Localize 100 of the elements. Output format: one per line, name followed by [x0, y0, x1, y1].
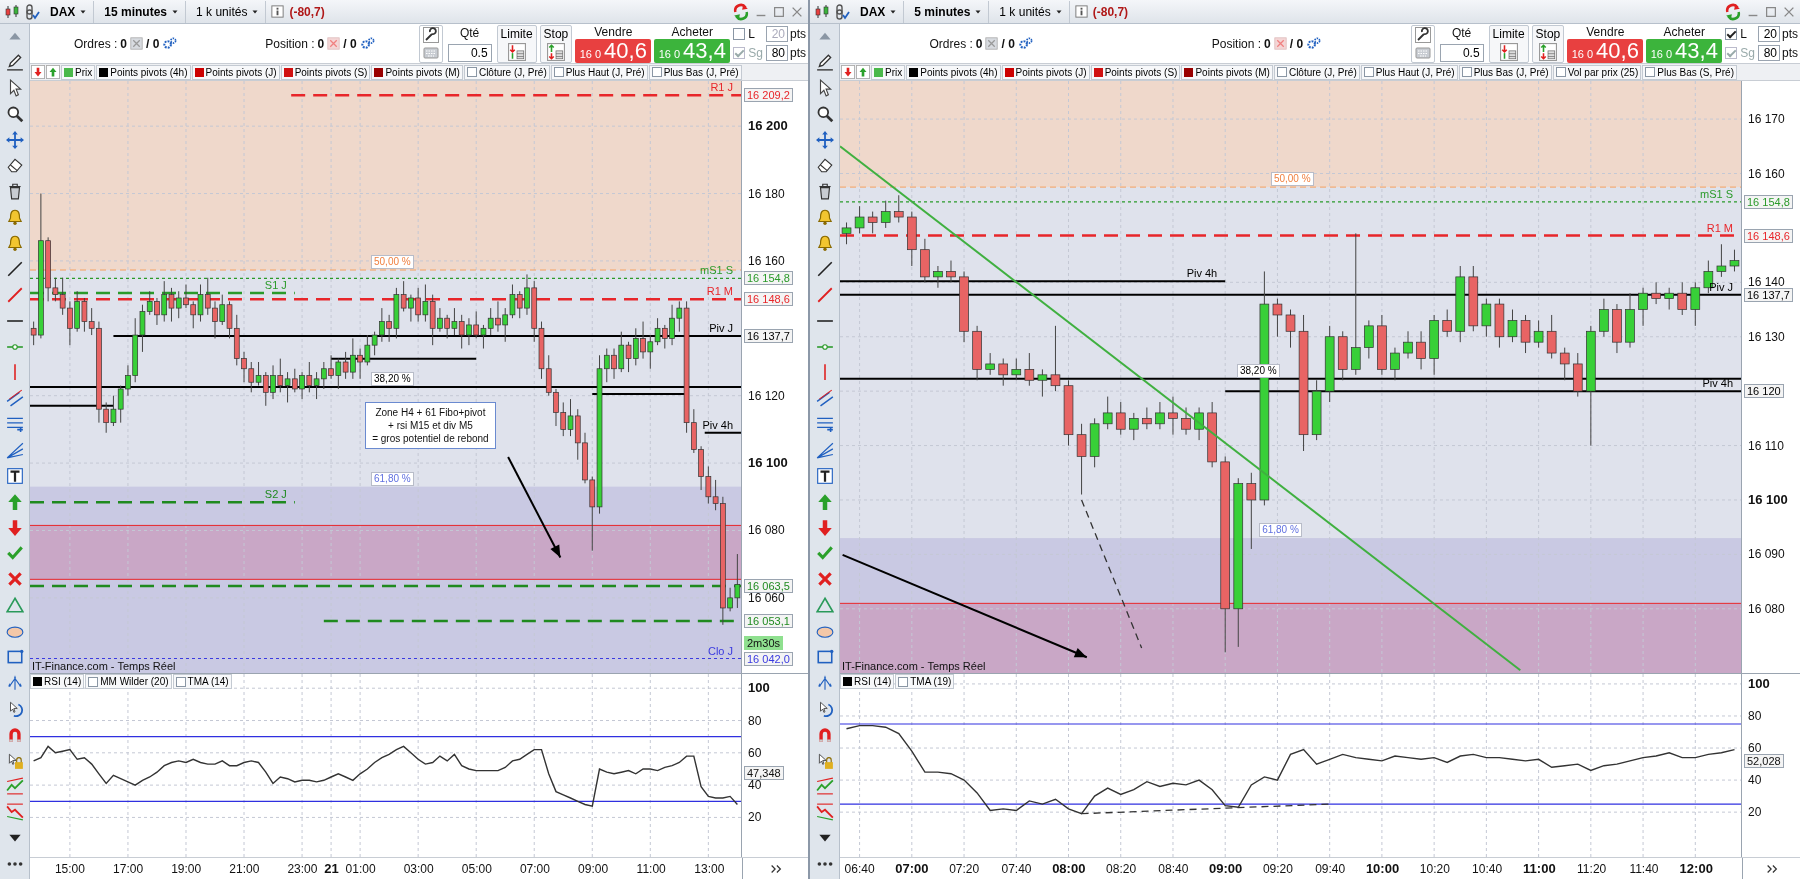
time-axis-label: 15:00	[54, 862, 85, 876]
instrument-dropdown[interactable]: DAX	[854, 0, 905, 23]
position-total: / 0	[343, 36, 357, 51]
legend-item[interactable]: Prix	[61, 64, 96, 80]
level-label: Clo J	[707, 644, 733, 657]
legend-item[interactable]: Plus Bas (J, Pré)	[648, 64, 742, 80]
time-axis-label: 10:20	[1419, 862, 1450, 876]
time-axis-label: 07:00	[895, 861, 929, 876]
legend-item[interactable]: Points pivots (J)	[191, 64, 280, 80]
price-tag: 16 154,8	[1744, 194, 1793, 209]
time-axis-label: 11:00	[1523, 861, 1556, 876]
legend-item[interactable]: Clôture (J, Pré)	[1273, 64, 1360, 80]
level-label: Piv 4h	[1186, 267, 1218, 280]
fibonacci-label: 50,00 %	[1270, 172, 1314, 187]
time-axis-label: 21	[324, 861, 339, 876]
legend-item[interactable]: Points pivots (M)	[1181, 64, 1273, 80]
time-axis-label: 05:00	[461, 862, 492, 876]
time-axis-label: 10:40	[1472, 862, 1503, 876]
quantity-field[interactable]: 0.5	[447, 43, 492, 62]
fibonacci-label: 50,00 %	[371, 255, 414, 269]
time-axis-label: 11:40	[1629, 862, 1659, 876]
sell-price-button[interactable]: 16 0 40,6	[575, 38, 652, 63]
axis-tick-label: 40	[1748, 774, 1762, 787]
price-tag: 16 137,7	[1744, 287, 1793, 302]
stop-order-button[interactable]: Stop	[539, 24, 573, 63]
points-field[interactable]: 80	[1758, 45, 1780, 61]
sell-price-button[interactable]: 16 0 40,6	[1567, 38, 1644, 63]
axis-tick-label: 16 060	[748, 591, 785, 604]
legend-item[interactable]: Clôture (J, Pré)	[463, 64, 550, 80]
timeframe-dropdown[interactable]: 5 minutes	[908, 0, 990, 23]
level-label: S1 J	[264, 278, 287, 291]
axis-tick-label: 20	[748, 811, 762, 824]
time-axis-label: 08:00	[1052, 861, 1086, 876]
axis-tick-label: 80	[748, 714, 762, 727]
axis-tick-label: 16 100	[748, 457, 788, 470]
position-label: Position :	[1211, 36, 1262, 51]
limit-order-button[interactable]: Limite	[1488, 24, 1529, 63]
legend-item[interactable]: RSI (14)	[840, 674, 895, 689]
legend-item[interactable]: Prix	[871, 64, 906, 80]
legend-item[interactable]: Points pivots (S)	[280, 64, 371, 80]
axis-tick-label: 16 160	[748, 254, 785, 267]
time-axis-label: 09:00	[578, 862, 609, 876]
price-tag: 16 148,6	[744, 292, 793, 307]
timeframe-dropdown[interactable]: 15 minutes	[98, 0, 187, 23]
level-label: Piv J	[709, 322, 733, 335]
price-change: (-80,7)	[1092, 4, 1129, 19]
time-axis-label: 09:40	[1315, 862, 1346, 876]
legend-item[interactable]: Points pivots (J)	[1001, 64, 1090, 80]
legend-item[interactable]: Plus Bas (J, Pré)	[1458, 64, 1552, 80]
points-unit: pts	[1782, 27, 1798, 41]
legend-item[interactable]: Plus Haut (J, Pré)	[1360, 64, 1458, 80]
axis-tick-label: 40	[748, 779, 762, 792]
orders-total: / 0	[146, 36, 160, 51]
units-dropdown[interactable]: 1 k unités	[190, 0, 267, 23]
points-field[interactable]: 20	[1758, 26, 1780, 42]
time-axis-label: 06:40	[844, 862, 875, 876]
axis-tick-label: 16 170	[1748, 113, 1785, 126]
price-tag: 16 154,8	[744, 271, 793, 286]
price-tag: 16 209,2	[744, 88, 793, 103]
legend-item[interactable]: Plus Bas (S, Pré)	[1642, 64, 1737, 80]
legend-item[interactable]: Points pivots (4h)	[906, 64, 1001, 80]
legend-item[interactable]: TMA (14)	[172, 674, 232, 689]
axis-tick-label: 16 100	[1748, 493, 1788, 506]
instrument-dropdown[interactable]: DAX	[44, 0, 95, 23]
limit-order-button[interactable]: Limite	[496, 24, 537, 63]
legend-item[interactable]: TMA (19)	[895, 674, 955, 689]
legend-item[interactable]: RSI (14)	[30, 674, 85, 689]
stop-order-button[interactable]: Stop	[1531, 24, 1565, 63]
legend-item[interactable]: Points pivots (S)	[1090, 64, 1181, 80]
price-tag: 16 137,7	[744, 329, 793, 344]
time-axis-label: 03:00	[403, 862, 434, 876]
level-label: R1 J	[710, 81, 733, 94]
axis-tick-label: 100	[748, 682, 770, 695]
legend-item[interactable]: Points pivots (M)	[371, 64, 463, 80]
buy-label: Acheter	[671, 24, 713, 39]
countdown-tag: 2m30s	[744, 636, 784, 651]
axis-tick-label: 60	[748, 746, 762, 759]
axis-tick-label: 60	[1748, 742, 1762, 755]
annotation-note: Zone H4 + 61 Fibo+pivot + rsi M15 et div M5 = gros potentiel de rebond	[365, 402, 496, 450]
legend-item[interactable]: MM Wilder (20)	[85, 674, 172, 689]
quantity-label: Qté	[459, 25, 480, 40]
orders-label: Ordres :	[929, 36, 973, 51]
level-label: R1 M	[1706, 221, 1733, 234]
checkbox-label: Sg	[1740, 46, 1755, 60]
data-source-label: IT-Finance.com - Temps Réel	[32, 660, 176, 672]
legend-item[interactable]: Plus Haut (J, Pré)	[550, 64, 648, 80]
points-field[interactable]: 80	[766, 45, 788, 61]
axis-tick-label: 16 080	[1748, 602, 1785, 615]
legend-item[interactable]: Points pivots (4h)	[96, 64, 191, 80]
checkbox-label: L	[1740, 27, 1747, 41]
quantity-field[interactable]: 0.5	[1439, 43, 1484, 62]
time-axis-label: 09:20	[1262, 862, 1293, 876]
time-axis-label: 09:00	[1209, 861, 1243, 876]
legend-item[interactable]: Vol par prix (25)	[1552, 64, 1642, 80]
data-source-label: IT-Finance.com - Temps Réel	[842, 660, 986, 672]
axis-tick-label: 16 160	[1748, 167, 1785, 180]
price-tag: 16 120	[1744, 384, 1784, 399]
time-axis-label: 07:20	[949, 862, 980, 876]
units-dropdown[interactable]: 1 k unités	[993, 0, 1070, 23]
time-axis-label: 08:20	[1106, 862, 1137, 876]
